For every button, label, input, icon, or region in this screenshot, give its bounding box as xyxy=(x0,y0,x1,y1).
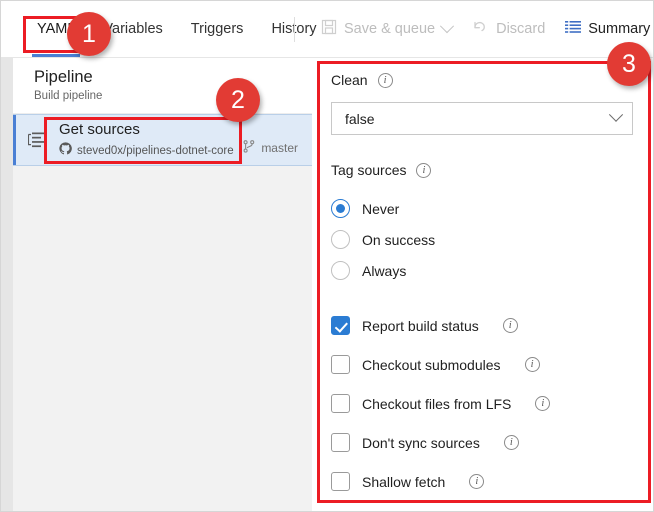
shallow-fetch-info-icon[interactable]: i xyxy=(469,474,484,489)
task-settings-pane: Clean i false Tag sources i Never On suc… xyxy=(313,58,654,512)
radio-always-indicator[interactable] xyxy=(331,261,350,280)
checkbox-checkout-files-from-lfs-indicator[interactable] xyxy=(331,394,350,413)
tag-sources-info-icon[interactable]: i xyxy=(416,163,431,178)
pipeline-subtitle: Build pipeline xyxy=(34,88,312,104)
branch-name: master xyxy=(261,141,298,155)
save-icon xyxy=(321,19,337,39)
checkbox-dont-sync-sources-indicator[interactable] xyxy=(331,433,350,452)
sidebar-item-repo: steved0x/pipelines-dotnet-core xyxy=(59,142,234,160)
git-branch-icon xyxy=(243,140,255,156)
github-icon xyxy=(59,142,72,160)
summary-list-icon xyxy=(565,20,581,38)
clean-info-icon[interactable]: i xyxy=(378,73,393,88)
checkbox-checkout-files-from-lfs[interactable]: Checkout files from LFS i xyxy=(331,394,550,413)
save-and-queue-label: Save & queue xyxy=(344,21,435,37)
tab-bar: YAML Variables Triggers History xyxy=(23,1,331,57)
branch-indicator[interactable]: master xyxy=(243,140,298,156)
task-lines-icon xyxy=(28,132,46,148)
discard-label: Discard xyxy=(496,21,545,37)
checkbox-report-build-status[interactable]: Report build status i xyxy=(331,316,518,335)
left-rail xyxy=(1,58,13,512)
pipeline-title: Pipeline xyxy=(34,67,312,87)
radio-on-success[interactable]: On success xyxy=(331,230,435,249)
radio-never-indicator[interactable] xyxy=(331,199,350,218)
clean-select-value: false xyxy=(345,111,375,127)
checkout-submodules-info-icon[interactable]: i xyxy=(525,357,540,372)
radio-never-label: Never xyxy=(362,201,399,217)
checkbox-shallow-fetch-label: Shallow fetch xyxy=(362,474,445,490)
pipeline-editor-window: YAML Variables Triggers History xyxy=(0,0,654,512)
tab-yaml-label: YAML xyxy=(37,21,75,37)
checkbox-shallow-fetch[interactable]: Shallow fetch i xyxy=(331,472,484,491)
undo-icon xyxy=(472,19,489,39)
checkbox-dont-sync-sources[interactable]: Don't sync sources i xyxy=(331,433,519,452)
tab-triggers[interactable]: Triggers xyxy=(177,1,258,57)
dont-sync-sources-info-icon[interactable]: i xyxy=(504,435,519,450)
checkbox-report-build-status-indicator[interactable] xyxy=(331,316,350,335)
pipeline-tree-pane: Pipeline Build pipeline Get sources xyxy=(1,58,312,512)
summary-label: Summary xyxy=(588,21,650,37)
clean-select[interactable]: false xyxy=(331,102,633,135)
summary-button[interactable]: Summary xyxy=(555,11,654,47)
tab-triggers-label: Triggers xyxy=(191,21,244,37)
tab-variables[interactable]: Variables xyxy=(89,1,176,57)
sidebar-item-get-sources-label: Get sources xyxy=(59,120,234,140)
radio-on-success-label: On success xyxy=(362,232,435,248)
top-toolbar: YAML Variables Triggers History xyxy=(1,1,654,58)
checkbox-checkout-submodules-indicator[interactable] xyxy=(331,355,350,374)
repo-name: steved0x/pipelines-dotnet-core xyxy=(77,143,234,159)
tab-yaml[interactable]: YAML xyxy=(23,1,89,57)
tag-sources-label-text: Tag sources xyxy=(331,162,406,178)
report-build-status-info-icon[interactable]: i xyxy=(503,318,518,333)
checkbox-checkout-submodules-label: Checkout submodules xyxy=(362,357,501,373)
checkbox-shallow-fetch-indicator[interactable] xyxy=(331,472,350,491)
checkout-files-from-lfs-info-icon[interactable]: i xyxy=(535,396,550,411)
sidebar-item-get-sources[interactable]: Get sources steved0x/pipelines-dotnet-co… xyxy=(13,114,312,166)
save-and-queue-button[interactable]: Save & queue xyxy=(311,11,462,47)
radio-always-label: Always xyxy=(362,263,406,279)
discard-button[interactable]: Discard xyxy=(462,11,555,47)
checkbox-dont-sync-sources-label: Don't sync sources xyxy=(362,435,480,451)
pipeline-header[interactable]: Pipeline Build pipeline xyxy=(13,58,312,114)
radio-on-success-indicator[interactable] xyxy=(331,230,350,249)
chevron-down-icon[interactable] xyxy=(609,107,623,121)
toolbar-divider xyxy=(294,17,295,42)
checkbox-checkout-submodules[interactable]: Checkout submodules i xyxy=(331,355,540,374)
tag-sources-field-label: Tag sources i xyxy=(331,162,431,178)
tab-variables-label: Variables xyxy=(103,21,162,37)
clean-field-label: Clean i xyxy=(331,72,393,88)
sidebar-item-get-sources-text: Get sources steved0x/pipelines-dotnet-co… xyxy=(59,120,234,160)
checkbox-report-build-status-label: Report build status xyxy=(362,318,479,334)
selection-accent-bar xyxy=(13,115,16,165)
radio-always[interactable]: Always xyxy=(331,261,406,280)
chevron-down-icon[interactable] xyxy=(440,19,454,33)
radio-never[interactable]: Never xyxy=(331,199,399,218)
pipeline-tree-empty-area xyxy=(13,166,312,512)
clean-label-text: Clean xyxy=(331,72,368,88)
checkbox-checkout-files-from-lfs-label: Checkout files from LFS xyxy=(362,396,511,412)
toolbar-actions: Save & queue Discard xyxy=(311,1,654,57)
